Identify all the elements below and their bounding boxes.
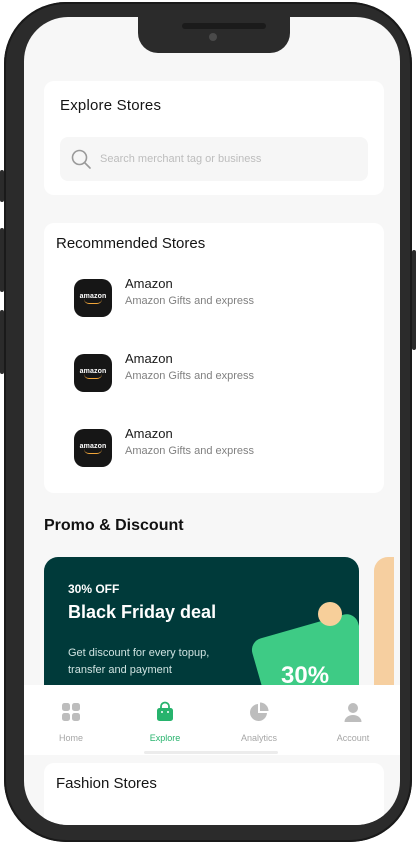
tab-analytics[interactable]: Analytics	[212, 685, 306, 755]
power-button	[412, 250, 416, 350]
user-icon	[344, 703, 362, 722]
store-description: Amazon Gifts and express	[125, 295, 255, 307]
promo-section-title: Promo & Discount	[44, 517, 184, 534]
phone-frame: Explore Stores Recommended Stores amazon…	[4, 2, 412, 842]
search-input[interactable]	[100, 137, 350, 181]
tab-label: Account	[336, 733, 370, 743]
search-icon	[71, 149, 91, 169]
promo-off-label: 30% OFF	[68, 582, 120, 596]
fashion-stores-card: Fashion Stores	[44, 763, 384, 825]
recommended-stores-card: Recommended Stores amazon Amazon Amazon …	[44, 223, 384, 493]
recommended-title: Recommended Stores	[56, 235, 206, 252]
speaker	[182, 23, 266, 29]
store-name: Amazon	[125, 276, 173, 291]
tab-label: Home	[58, 733, 83, 743]
bottom-tab-bar: Home Explore Analytics Account	[24, 685, 400, 755]
tab-label: Explore	[149, 733, 181, 743]
tab-account[interactable]: Account	[306, 685, 400, 755]
tag-hole	[318, 602, 342, 626]
explore-title: Explore Stores	[60, 97, 162, 114]
tab-label: Analytics	[240, 733, 277, 743]
promo-description: Get discount for every topup, transfer a…	[68, 647, 210, 676]
home-indicator	[144, 751, 278, 754]
volume-up-button	[0, 228, 4, 292]
store-list-item[interactable]: amazon Amazon Amazon Gifts and express	[68, 273, 368, 323]
amazon-logo: amazon	[74, 354, 112, 392]
store-list-item[interactable]: amazon Amazon Amazon Gifts and express	[68, 423, 368, 473]
amazon-logo: amazon	[74, 279, 112, 317]
explore-stores-card: Explore Stores	[44, 81, 384, 195]
camera-icon	[209, 33, 217, 41]
store-description: Amazon Gifts and express	[125, 445, 255, 457]
fashion-title: Fashion Stores	[56, 775, 157, 792]
store-name: Amazon	[125, 426, 173, 441]
grid-icon	[62, 703, 80, 721]
tab-home[interactable]: Home	[24, 685, 118, 755]
pie-chart-icon	[250, 702, 269, 721]
search-bar[interactable]	[60, 137, 368, 181]
volume-down-button	[0, 310, 4, 374]
shopping-bag-icon	[157, 701, 173, 721]
tab-explore[interactable]: Explore	[118, 685, 212, 755]
amazon-logo: amazon	[74, 429, 112, 467]
app-screen: Explore Stores Recommended Stores amazon…	[24, 17, 400, 825]
promo-deal-title: Black Friday deal	[68, 602, 217, 622]
store-description: Amazon Gifts and express	[125, 370, 255, 382]
store-list-item[interactable]: amazon Amazon Amazon Gifts and express	[68, 348, 368, 398]
store-name: Amazon	[125, 351, 173, 366]
mute-switch	[0, 170, 4, 202]
